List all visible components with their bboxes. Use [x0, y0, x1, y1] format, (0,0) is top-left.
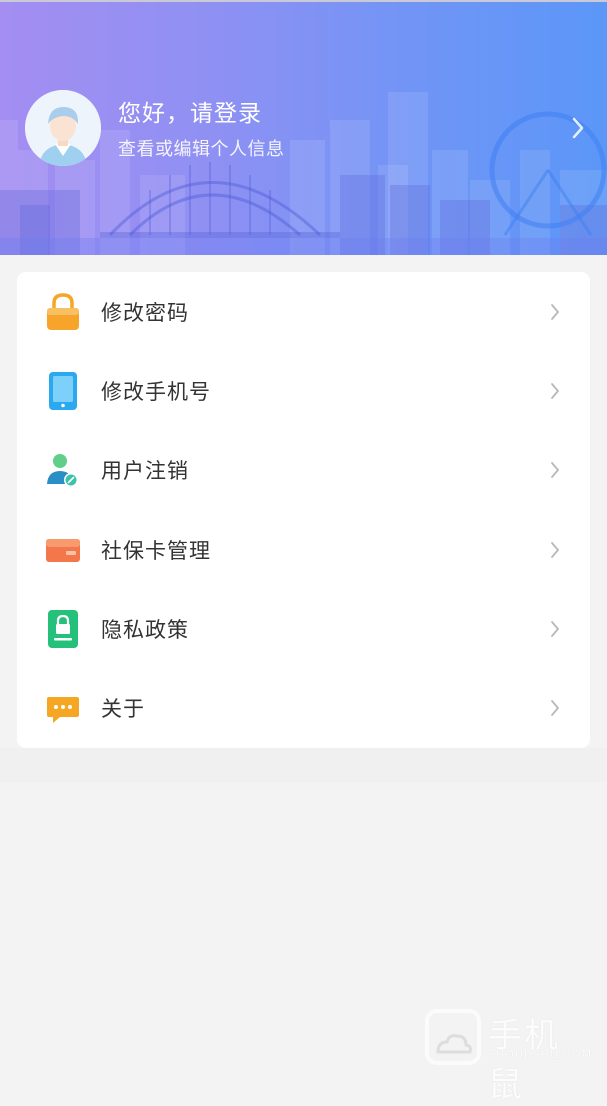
menu-item-deactivate-account[interactable]: 用户注销: [17, 431, 590, 510]
message-icon: [45, 688, 81, 728]
menu-item-label: 关于: [101, 697, 145, 722]
section-divider: [0, 748, 607, 782]
menu-item-label: 社保卡管理: [101, 538, 211, 563]
menu-item-social-security-card[interactable]: 社保卡管理: [17, 510, 590, 589]
chevron-right-icon: [551, 620, 559, 637]
watermark-subtext: SHOUJISHU.COM: [488, 1048, 593, 1061]
lock-icon: [45, 292, 81, 332]
login-prompt[interactable]: 您好，请登录: [118, 94, 262, 128]
menu-item-label: 隐私政策: [101, 617, 189, 642]
phone-icon: [45, 371, 81, 411]
watermark: 手机鼠 SHOUJISHU.COM: [424, 1008, 593, 1105]
menu-item-privacy-policy[interactable]: 隐私政策: [17, 589, 590, 668]
chevron-right-icon: [551, 383, 559, 399]
user-avatar[interactable]: [25, 90, 101, 166]
menu-item-change-phone[interactable]: 修改手机号: [17, 351, 590, 430]
card-icon: [45, 530, 81, 570]
profile-header: 您好，请登录 查看或编辑个人信息: [0, 0, 607, 255]
menu-item-label: 修改密码: [101, 300, 189, 325]
chevron-right-icon: [551, 462, 559, 479]
chevron-right-icon: [551, 700, 559, 717]
menu-item-label: 用户注销: [101, 459, 189, 484]
user-avatar-icon: [25, 90, 101, 166]
menu-item-change-password[interactable]: 修改密码: [17, 272, 590, 351]
chevron-right-icon: [551, 303, 559, 320]
profile-subtitle: 查看或编辑个人信息: [118, 139, 285, 160]
settings-menu-card: 修改密码 修改手机号 用户注销 社保卡管理 隐私政策 关于: [17, 272, 590, 748]
user-cancel-icon: [45, 450, 81, 490]
privacy-lock-icon: [45, 609, 81, 649]
menu-item-about[interactable]: 关于: [17, 668, 590, 747]
chevron-right-icon[interactable]: [571, 116, 585, 140]
watermark-logo-icon: [425, 1009, 481, 1065]
menu-item-label: 修改手机号: [101, 379, 211, 404]
chevron-right-icon: [551, 541, 559, 558]
